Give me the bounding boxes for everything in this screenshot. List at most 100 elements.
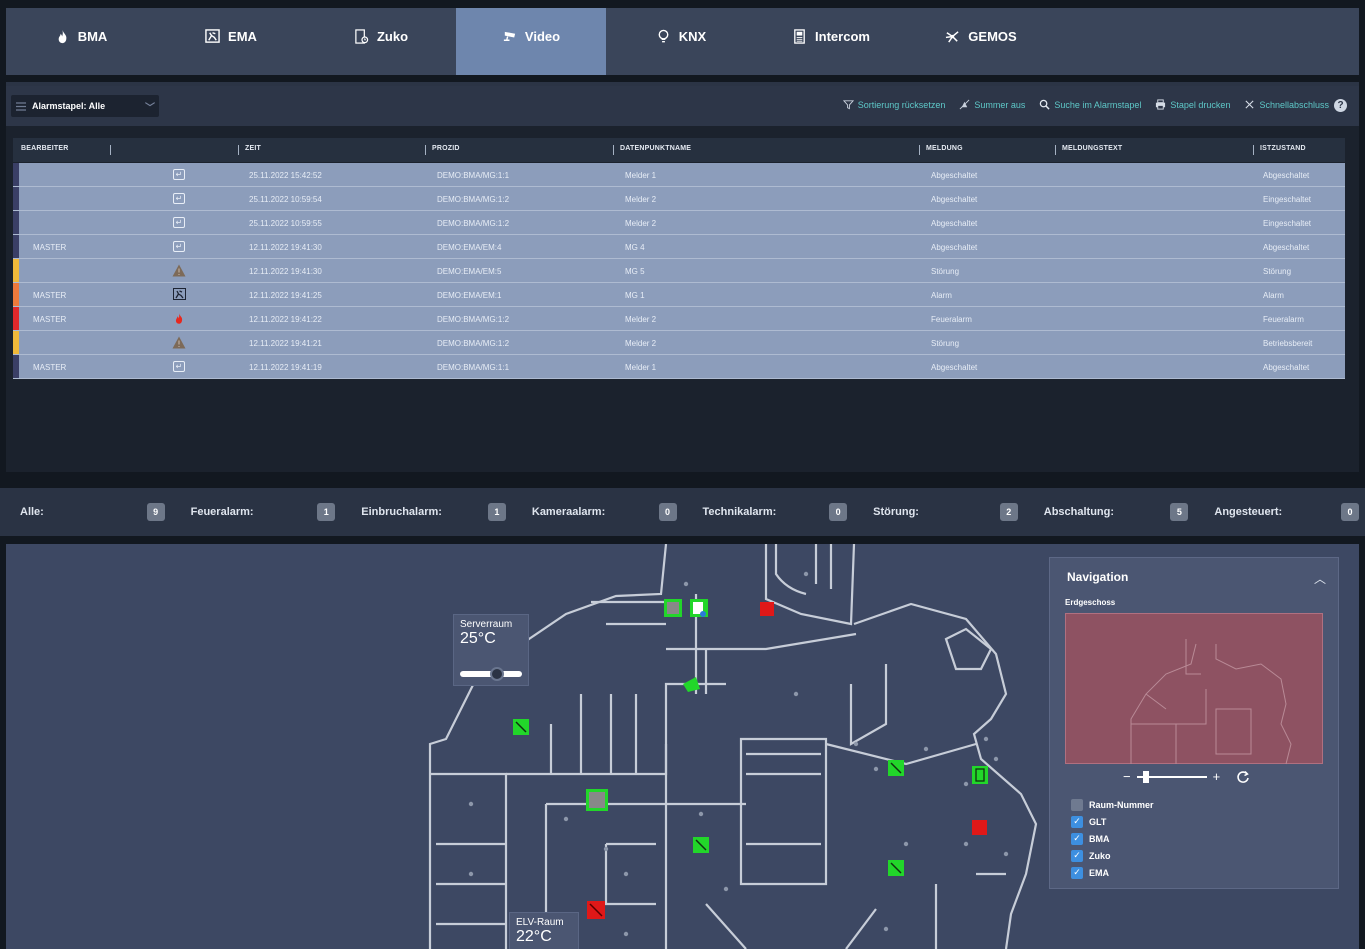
counter-item[interactable]: Technikalarm: 0 — [683, 503, 854, 521]
layer-toggle[interactable]: ✓ EMA — [1071, 864, 1154, 881]
print-icon — [1156, 99, 1166, 110]
alarm-stack-select[interactable]: Alarmstapel: Alle ﹀ — [11, 95, 159, 117]
header-prozid[interactable]: PROZID — [432, 145, 460, 152]
counter-item[interactable]: Kameraalarm: 0 — [512, 503, 683, 521]
tab-label: BMA — [77, 29, 108, 44]
tab-intercom[interactable]: Intercom — [756, 8, 906, 75]
navigation-title: Navigation — [1067, 570, 1129, 584]
table-row[interactable]: 12.11.2022 19:41:30 DEMO:EMA/EM:5 MG 5 Stör… — [13, 259, 1345, 283]
minimap[interactable] — [1065, 613, 1323, 765]
quick-close-button[interactable]: Schnellabschluss — [1244, 99, 1329, 110]
print-stack-button[interactable]: Stapel drucken — [1155, 99, 1230, 110]
layer-checkbox[interactable]: ✓ — [1071, 849, 1083, 862]
warning-icon — [172, 263, 186, 277]
filter-reset-icon — [842, 100, 854, 110]
help-button[interactable]: ? — [1334, 99, 1347, 112]
tab-zuko[interactable]: Zuko — [306, 8, 456, 75]
severity-stripe — [13, 163, 19, 186]
chevron-up-icon[interactable]: ︿ — [1314, 570, 1326, 587]
cell-bearbeiter: MASTER — [33, 243, 67, 252]
cell-zeit: 12.11.2022 19:41:25 — [249, 291, 322, 300]
cell-bearbeiter: MASTER — [33, 291, 67, 300]
acknowledge-icon[interactable]: ↵ — [172, 167, 186, 181]
reset-sort-button[interactable]: Sortierung rücksetzen — [842, 99, 945, 110]
room-tag-serverraum[interactable]: Serverraum 25°C — [453, 614, 529, 686]
zoom-slider-thumb[interactable] — [1142, 770, 1149, 783]
counter-label: Technikalarm: — [702, 506, 777, 518]
tab-knx[interactable]: KNX — [606, 8, 756, 75]
header-bearbeiter[interactable]: BEARBEITER — [21, 145, 69, 152]
layer-toggle[interactable]: ✓ GLT — [1071, 813, 1154, 830]
cell-datenpunktname: Melder 2 — [625, 315, 657, 324]
room-name: Serverraum — [460, 619, 513, 630]
table-row[interactable]: ↵ MASTER 12.11.2022 19:41:30 DEMO:EMA/EM:4 M… — [13, 235, 1345, 259]
acknowledge-icon[interactable]: ↵ — [172, 239, 186, 253]
cell-bearbeiter: MASTER — [33, 363, 67, 372]
table-row[interactable]: 12.11.2022 19:41:21 DEMO:BMA/MG:1:2 Melder… — [13, 331, 1345, 355]
cell-zeit: 12.11.2022 19:41:19 — [249, 363, 322, 372]
table-row[interactable]: ↵ 25.11.2022 10:59:54 DEMO:BMA/MG:1:2 Melde… — [13, 187, 1345, 211]
warning-icon — [172, 335, 186, 349]
severity-stripe — [13, 211, 19, 234]
layer-checkbox[interactable] — [1071, 798, 1083, 811]
floor-plan-view[interactable]: Serverraum 25°C ELV-Raum 22°C Navigation… — [6, 544, 1359, 949]
layer-toggle[interactable]: ✓ Zuko — [1071, 847, 1154, 864]
acknowledge-icon[interactable]: ↵ — [172, 359, 186, 373]
layer-toggle[interactable]: Raum-Nummer — [1071, 796, 1154, 813]
counter-label: Einbruchalarm: — [361, 506, 442, 518]
table-row[interactable]: ↵ 25.11.2022 10:59:55 DEMO:BMA/MG:1:2 Melde… — [13, 211, 1345, 235]
table-row[interactable]: ↵ MASTER 12.11.2022 19:41:19 DEMO:BMA/MG:1:… — [13, 355, 1345, 379]
intrusion-icon — [172, 287, 186, 301]
refresh-icon[interactable] — [1236, 770, 1250, 784]
counter-item[interactable]: Feueralarm: 1 — [171, 503, 342, 521]
alarm-counter-bar: Alle: 9 Feueralarm: 1 Einbruchalarm: 1 Kameraa… — [0, 488, 1365, 536]
flame-icon — [58, 29, 67, 44]
counter-item[interactable]: Einbruchalarm: 1 — [341, 503, 512, 521]
cell-istzustand: Eingeschaltet — [1263, 219, 1312, 228]
camera-icon — [503, 31, 516, 41]
layer-checkbox[interactable]: ✓ — [1071, 815, 1083, 828]
tab-ema[interactable]: EMA — [156, 8, 306, 75]
counter-item[interactable]: Alle: 9 — [0, 503, 171, 521]
counter-item[interactable]: Angesteuert: 0 — [1194, 503, 1365, 521]
header-meldung[interactable]: MELDUNG — [926, 145, 963, 152]
cell-zeit: 12.11.2022 19:41:21 — [249, 339, 322, 348]
cell-prozid: DEMO:BMA/MG:1:2 — [437, 339, 510, 348]
room-tag-elv-raum[interactable]: ELV-Raum 22°C — [509, 912, 579, 949]
tab-video[interactable]: Video — [456, 8, 606, 75]
cell-istzustand: Abgeschaltet — [1263, 243, 1310, 252]
counter-value: 2 — [999, 503, 1018, 521]
tab-label: GEMOS — [968, 29, 1017, 44]
cell-meldung: Abgeschaltet — [931, 363, 978, 372]
layer-toggle[interactable]: ✓ BMA — [1071, 830, 1154, 847]
layer-checkbox[interactable]: ✓ — [1071, 832, 1083, 845]
table-row[interactable]: MASTER 12.11.2022 19:41:25 DEMO:EMA/EM:1 MG… — [13, 283, 1345, 307]
header-datenpunktname[interactable]: DATENPUNKTNAME — [620, 145, 691, 152]
cell-istzustand: Störung — [1263, 267, 1292, 276]
table-row[interactable]: MASTER 12.11.2022 19:41:22 DEMO:BMA/MG:1:2… — [13, 307, 1345, 331]
search-stack-button[interactable]: Suche im Alarmstapel — [1039, 99, 1141, 110]
header-meldungstext[interactable]: MELDUNGSTEXT — [1062, 145, 1122, 152]
buzzer-off-button[interactable]: Summer aus — [959, 99, 1025, 110]
zoom-out-button[interactable]: − — [1123, 769, 1131, 784]
acknowledge-icon[interactable]: ↵ — [172, 215, 186, 229]
counter-item[interactable]: Abschaltung: 5 — [1024, 503, 1195, 521]
layer-label: Zuko — [1089, 850, 1111, 861]
zoom-in-button[interactable]: + — [1213, 769, 1221, 784]
zoom-slider[interactable] — [1136, 770, 1207, 783]
header-istzustand[interactable]: ISTZUSTAND — [1260, 145, 1306, 152]
counter-item[interactable]: Störung: 2 — [853, 503, 1024, 521]
acknowledge-icon[interactable]: ↵ — [172, 191, 186, 205]
counter-label: Alle: — [20, 506, 44, 518]
tab-bma[interactable]: BMA — [6, 8, 156, 75]
slider-thumb[interactable] — [490, 667, 504, 681]
gemos-icon — [946, 31, 959, 43]
layer-checkbox[interactable]: ✓ — [1071, 866, 1083, 879]
tab-gemos[interactable]: GEMOS — [906, 8, 1056, 75]
cell-zeit: 25.11.2022 15:42:52 — [249, 171, 322, 180]
severity-stripe — [13, 307, 19, 330]
header-zeit[interactable]: ZEIT — [245, 145, 261, 152]
layer-label: BMA — [1089, 833, 1110, 844]
table-row[interactable]: ↵ 25.11.2022 15:42:52 DEMO:BMA/MG:1:1 Melde… — [13, 163, 1345, 187]
zoom-control: − + — [1123, 769, 1250, 784]
